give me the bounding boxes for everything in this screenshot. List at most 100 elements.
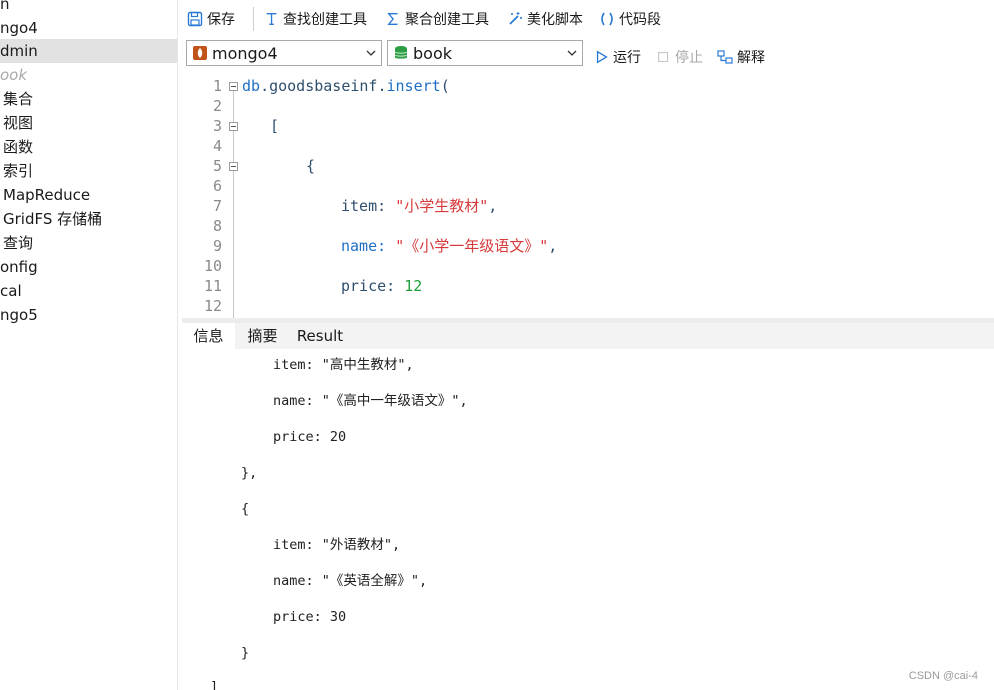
code-snippet-button[interactable]: 代码段 (598, 8, 661, 30)
tree-item-mapreduce[interactable]: MapReduce (3, 183, 90, 207)
tree-item-label: dmin (0, 42, 38, 60)
code-token: . (377, 77, 387, 95)
magic-wand-icon (509, 12, 522, 25)
tree-item-mongo4[interactable]: ngo4 (0, 16, 38, 40)
mongodb-leaf-icon (193, 46, 207, 60)
fold-toggle-icon[interactable] (229, 162, 238, 171)
run-button[interactable]: 运行 (594, 46, 641, 68)
code-token: item: (341, 197, 396, 215)
output-line: name: "《英语全解》", (273, 573, 428, 589)
line-number: 5 (212, 157, 222, 175)
watermark: CSDN @cai-4 (908, 670, 978, 682)
code-token: , (548, 237, 558, 255)
output-line: item: "外语教材", (273, 537, 401, 553)
save-button[interactable]: 保存 (186, 8, 235, 30)
save-icon (187, 11, 203, 27)
tree-item-indexes[interactable]: 索引 (3, 159, 33, 183)
code-token: "小学生教材" (395, 197, 489, 215)
code-line-11: price: 12 (341, 276, 422, 296)
result-tabs: 信息 摘要 Result (182, 323, 994, 349)
tree-item-collections[interactable]: 集合 (3, 87, 33, 111)
connection-toolbar: mongo4 book 运行 停止 解释 (182, 38, 994, 72)
stop-icon (658, 51, 669, 63)
line-number: 7 (212, 197, 222, 215)
explain-label: 解释 (737, 50, 765, 66)
output-line: item: "高中生教材", (273, 357, 414, 373)
fold-toggle-icon[interactable] (229, 82, 238, 91)
tree-item-connection[interactable]: n (0, 0, 10, 16)
output-line: }, (241, 465, 258, 481)
chevron-down-icon (567, 50, 577, 56)
stop-label: 停止 (675, 50, 703, 66)
tree-item-label: 函数 (3, 138, 34, 156)
line-number: 8 (212, 217, 222, 235)
tab-summary[interactable]: 摘要 (235, 323, 290, 349)
code-line-1: db.goodsbaseinf.insert( (242, 76, 450, 96)
line-number: 2 (212, 97, 222, 115)
tree-item-views[interactable]: 视图 (3, 111, 33, 135)
tree-item-admin[interactable]: dmin (0, 39, 177, 63)
tree-item-label: 集合 (3, 90, 34, 108)
tree-item-queries[interactable]: 查询 (3, 231, 33, 255)
output-line: } (241, 645, 250, 661)
aggregate-builder-label: 聚合创建工具 (405, 12, 489, 28)
line-number: 10 (203, 257, 222, 275)
database-select[interactable]: book (387, 40, 583, 66)
info-output-panel: item: "高中生教材", name: "《高中一年级语文》", price:… (182, 349, 994, 690)
find-builder-icon (266, 13, 277, 25)
query-toolbar: 保存 查找创建工具 聚合创建工具 美化脚本 代码段 (182, 0, 994, 38)
tree-item-label: GridFS 存储桶 (3, 210, 103, 228)
connection-select[interactable]: mongo4 (186, 40, 382, 66)
database-icon (394, 46, 408, 59)
beautify-script-button[interactable]: 美化脚本 (506, 8, 583, 30)
code-token: "《小学一年级语文》" (395, 237, 549, 255)
tree-item-local[interactable]: cal (0, 279, 22, 303)
stop-button[interactable]: 停止 (656, 46, 703, 68)
output-line: name: "《高中一年级语文》", (273, 393, 468, 409)
tree-item-label: 查询 (3, 234, 34, 252)
tab-result[interactable]: Result (290, 323, 350, 349)
code-line-7: item: "小学生教材", (341, 196, 497, 216)
line-number: 1 (212, 77, 222, 95)
tree-item-mongo5[interactable]: ngo5 (0, 303, 38, 327)
play-icon (596, 50, 608, 64)
code-token: ( (440, 77, 450, 95)
line-number: 6 (212, 177, 222, 195)
sigma-icon (387, 13, 398, 25)
save-label: 保存 (207, 12, 235, 28)
find-builder-button[interactable]: 查找创建工具 (264, 8, 367, 30)
tree-item-label: 视图 (3, 114, 34, 132)
tree-item-book[interactable]: ook (0, 63, 27, 87)
tree-item-functions[interactable]: 函数 (3, 135, 33, 159)
code-line-9: name: "《小学一年级语文》", (341, 236, 557, 256)
tab-info[interactable]: 信息 (182, 323, 235, 349)
query-editor[interactable]: 1 2 3 4 5 6 7 8 9 10 11 12 db.goodsbasei… (182, 75, 994, 318)
tree-item-label: ook (0, 66, 28, 84)
fold-toggle-icon[interactable] (229, 122, 238, 131)
tree-item-label: ngo5 (0, 306, 38, 324)
tree-item-label: onfig (0, 258, 38, 276)
output-line: price: 20 (273, 429, 347, 445)
navigation-tree: n ngo4 dmin ook 集合 视图 函数 索引 MapReduce Gr… (0, 0, 178, 690)
line-number: 9 (212, 237, 222, 255)
tree-item-label: 索引 (3, 162, 34, 180)
tree-item-config[interactable]: onfig (0, 255, 38, 279)
code-token: goodsbaseinf (269, 77, 378, 95)
line-number: 3 (212, 117, 222, 135)
connection-select-value: mongo4 (212, 43, 278, 63)
explain-button[interactable]: 解释 (716, 46, 765, 68)
tree-item-label: MapReduce (3, 186, 91, 204)
code-snippet-icon (601, 12, 613, 26)
code-token: name: (341, 237, 396, 255)
run-label: 运行 (613, 50, 641, 66)
tree-item-label: ngo4 (0, 19, 38, 37)
code-token: price: (341, 277, 405, 295)
output-line: price: 30 (273, 609, 347, 625)
code-line-3: [ (270, 117, 280, 135)
tree-item-gridfs[interactable]: GridFS 存储桶 (3, 207, 102, 231)
line-number: 4 (212, 137, 222, 155)
code-token: , (488, 197, 498, 215)
tree-item-label: cal (0, 282, 22, 300)
aggregate-builder-button[interactable]: 聚合创建工具 (386, 8, 489, 30)
code-token: . (260, 77, 270, 95)
